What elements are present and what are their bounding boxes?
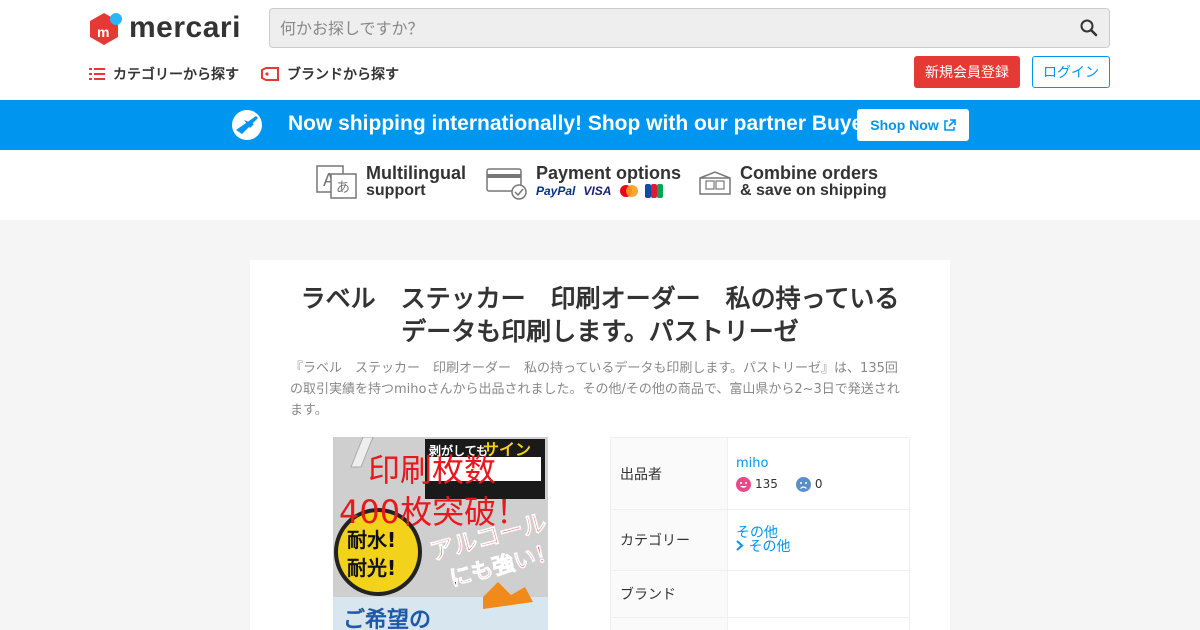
rating-good: 135 — [736, 476, 778, 492]
shop-now-label: Shop Now — [870, 117, 939, 133]
info-row-seller: 出品者 miho 135 0 — [610, 437, 910, 510]
jcb-logo — [645, 184, 664, 198]
info-row-category: カテゴリー その他 その他 — [610, 509, 910, 571]
international-banner: Now shipping internationally! Shop with … — [0, 100, 1200, 150]
category-link-2-label: その他 — [748, 539, 791, 555]
feature-combine-line1: Combine orders — [740, 163, 879, 183]
smile-icon — [736, 476, 751, 492]
rating-bad-count: 0 — [814, 477, 823, 491]
category-link-2[interactable]: その他 — [736, 540, 909, 554]
header-nav: カテゴリーから探す ブランドから探す — [89, 64, 421, 84]
category-link-1[interactable]: その他 — [736, 526, 909, 540]
product-title: ラベル ステッカー 印刷オーダー 私の持っているデータも印刷します。パストリーゼ — [300, 284, 900, 346]
mercari-logo[interactable]: m mercari — [89, 11, 241, 45]
credit-card-icon — [486, 168, 527, 200]
image-text-lightproof: 耐光! — [347, 556, 396, 580]
rating-good-count: 135 — [755, 477, 778, 491]
mercari-logo-icon: m — [89, 11, 123, 45]
feature-multilingual-line1: Multilingual — [366, 163, 466, 183]
nav-brand[interactable]: ブランドから探す — [261, 64, 399, 84]
info-next-value — [727, 617, 910, 630]
airplane-globe-icon — [230, 108, 264, 146]
signup-button[interactable]: 新規会員登録 — [914, 56, 1020, 88]
product-info-table: 出品者 miho 135 0 カテゴリー その他 その他 ブランド — [610, 437, 910, 630]
header: m mercari カテゴリーから探す ブランドから探す 新規会員登録 — [0, 0, 1200, 100]
feature-combine: Combine orders & save on shipping — [698, 164, 887, 200]
visa-logo: VISA — [583, 184, 612, 198]
features-strip: A あ Multilingual support Payment options… — [0, 150, 1200, 220]
chevron-right-icon — [736, 540, 744, 551]
mastercard-logo — [620, 185, 639, 197]
category-label: カテゴリー — [610, 509, 728, 571]
svg-text:m: m — [97, 24, 109, 40]
banner-text: Now shipping internationally! Shop with … — [288, 112, 882, 135]
image-text-sign: サイン — [483, 440, 531, 459]
image-text-waterproof: 耐水! — [347, 528, 396, 552]
login-button[interactable]: ログイン — [1032, 56, 1110, 88]
box-icon — [699, 171, 731, 195]
paypal-logo: PayPal — [536, 184, 576, 198]
feature-payment: Payment options PayPal VISA — [486, 164, 681, 200]
nav-brand-label: ブランドから探す — [287, 67, 399, 83]
payment-logos: PayPal VISA — [536, 182, 681, 200]
image-text-request: ご希望の — [343, 607, 431, 630]
feature-combine-line2: & save on shipping — [740, 182, 887, 199]
external-link-icon — [943, 118, 956, 131]
brand-value — [727, 570, 910, 618]
feature-multilingual-line2: support — [366, 182, 426, 199]
nav-category[interactable]: カテゴリーから探す — [89, 64, 239, 84]
nav-category-label: カテゴリーから探す — [113, 67, 239, 83]
seller-name-link[interactable]: miho — [736, 456, 909, 471]
search-bar — [269, 8, 1110, 48]
product-description: 『ラベル ステッカー 印刷オーダー 私の持っているデータも印刷します。パストリー… — [290, 361, 900, 418]
info-row-next — [610, 617, 910, 630]
feature-payment-line1: Payment options — [536, 163, 682, 183]
product-card: ラベル ステッカー 印刷オーダー 私の持っているデータも印刷します。パストリーゼ… — [250, 260, 950, 630]
info-row-brand: ブランド — [610, 570, 910, 618]
seller-ratings: 135 0 — [736, 476, 909, 492]
list-icon — [89, 68, 105, 80]
brand-label: ブランド — [610, 570, 728, 618]
translate-icon: A あ — [316, 165, 357, 199]
feature-multilingual: A あ Multilingual support — [316, 164, 466, 200]
product-image[interactable]: 印刷枚数 400枚突破！ 耐水! 耐光! アルコール にも強い！ 剥がしても サ… — [333, 437, 548, 630]
search-input[interactable] — [280, 18, 1079, 38]
svg-text:あ: あ — [336, 180, 350, 196]
seller-label: 出品者 — [610, 437, 728, 510]
info-next-label — [610, 617, 728, 630]
shop-now-button[interactable]: Shop Now — [857, 109, 969, 141]
tag-icon — [261, 67, 279, 81]
sad-icon — [795, 476, 811, 492]
search-icon[interactable] — [1079, 18, 1099, 38]
image-text-top: 剥がしても — [429, 443, 488, 458]
rating-bad: 0 — [795, 476, 823, 492]
logo-wordmark: mercari — [129, 11, 241, 44]
